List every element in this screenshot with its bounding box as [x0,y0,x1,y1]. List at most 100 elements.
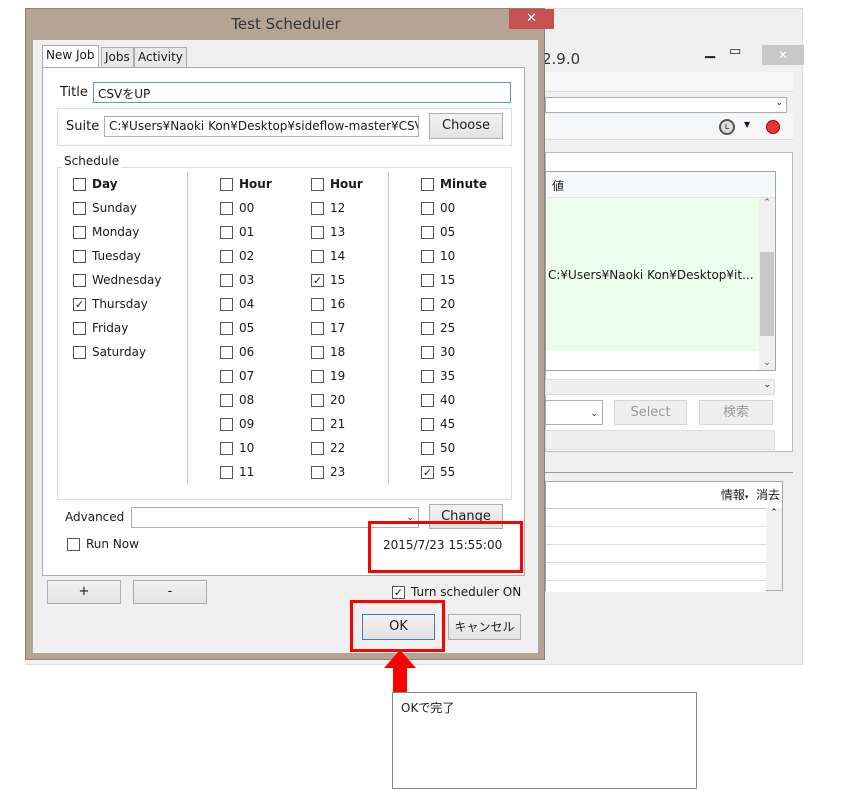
checkbox[interactable] [73,177,86,191]
turn-scheduler-on-checkbox[interactable]: ✓ Turn scheduler ON [392,585,521,599]
checkbox[interactable] [73,201,86,215]
dropdown-arrow-icon[interactable]: ▼ [744,120,750,129]
checkbox[interactable] [220,369,233,383]
dialog-close-button[interactable]: ✕ [509,9,554,29]
minute-checkbox[interactable]: 15 [421,273,455,287]
checkbox[interactable] [421,177,434,191]
checkbox[interactable] [220,177,233,191]
add-job-button[interactable]: + [47,580,121,604]
checkbox[interactable] [220,201,233,215]
checkbox[interactable] [311,249,324,263]
hour-checkbox[interactable]: 10 [220,441,254,455]
minute-checkbox[interactable]: 10 [421,249,455,263]
checkbox[interactable] [421,369,434,383]
hour-checkbox[interactable]: 04 [220,297,254,311]
checkbox[interactable] [311,393,324,407]
checkbox[interactable] [421,225,434,239]
hour-checkbox[interactable]: 09 [220,417,254,431]
splitter[interactable] [545,472,793,473]
hour-checkbox[interactable]: 07 [220,369,254,383]
checkbox[interactable] [220,273,233,287]
checkbox[interactable] [220,345,233,359]
hour-checkbox[interactable]: 17 [311,321,345,335]
hour-checkbox[interactable]: 21 [311,417,345,431]
checkbox[interactable] [311,225,324,239]
checkbox[interactable] [421,393,434,407]
hour-checkbox[interactable]: 02 [220,249,254,263]
minute-checkbox[interactable]: 30 [421,345,455,359]
log-scrollbar[interactable]: ⌃ [766,508,782,590]
checkbox[interactable] [421,345,434,359]
hour-checkbox[interactable]: 22 [311,441,345,455]
checkbox[interactable] [220,321,233,335]
select-button[interactable]: Select [614,400,687,425]
hour-all-checkbox[interactable]: Hour [220,177,272,191]
day-checkbox[interactable]: Monday [73,225,139,239]
checkbox[interactable] [73,249,86,263]
tab-activity[interactable]: Activity [134,47,187,68]
day-checkbox[interactable]: Sunday [73,201,137,215]
hour-checkbox[interactable]: ✓ 15 [311,273,345,287]
url-select[interactable]: ⌄ [545,97,787,113]
hour-checkbox[interactable]: 00 [220,201,254,215]
grid-scrollbar[interactable]: ⌃ ⌄ [759,198,775,370]
day-checkbox[interactable]: Tuesday [73,249,141,263]
day-all-checkbox[interactable]: Day [73,177,118,191]
day-checkbox[interactable]: ✓ Thursday [73,297,148,311]
record-icon[interactable] [766,120,780,134]
checkbox[interactable] [220,465,233,479]
log-info-button[interactable]: 情報 [721,488,745,502]
cancel-button[interactable]: キャンセル [448,614,521,640]
checkbox[interactable] [220,297,233,311]
checkbox[interactable] [220,393,233,407]
checkbox[interactable] [421,273,434,287]
hour-checkbox[interactable]: 12 [311,201,345,215]
checkbox[interactable] [421,441,434,455]
command-select[interactable]: ⌄ [545,379,775,395]
minute-checkbox[interactable]: 05 [421,225,455,239]
hour-checkbox[interactable]: 19 [311,369,345,383]
hour-checkbox[interactable]: 01 [220,225,254,239]
checkbox[interactable] [220,441,233,455]
run-now-checkbox[interactable]: Run Now [67,537,139,551]
hour-checkbox[interactable]: 05 [220,321,254,335]
log-clear-button[interactable]: 消去 [756,488,780,502]
checkbox[interactable] [73,273,86,287]
checkbox[interactable] [220,249,233,263]
checkbox[interactable] [421,417,434,431]
tab-jobs[interactable]: Jobs [101,47,134,68]
checkbox[interactable] [311,369,324,383]
hour-checkbox[interactable]: 06 [220,345,254,359]
checkbox[interactable]: ✓ [311,273,324,287]
checkbox[interactable]: ✓ [73,297,86,311]
checkbox[interactable] [311,441,324,455]
day-checkbox[interactable]: Wednesday [73,273,161,287]
title-input[interactable]: CSVをUP [93,82,511,103]
checkbox[interactable] [311,345,324,359]
suite-input[interactable]: C:¥Users¥Naoki Kon¥Desktop¥sideflow-mast… [104,116,419,137]
hour-checkbox[interactable]: 08 [220,393,254,407]
checkbox[interactable] [73,225,86,239]
checkbox[interactable] [220,417,233,431]
day-checkbox[interactable]: Saturday [73,345,146,359]
checkbox[interactable] [73,345,86,359]
hour-checkbox[interactable]: 20 [311,393,345,407]
checkbox[interactable] [311,201,324,215]
minute-checkbox[interactable]: ✓ 55 [421,465,455,479]
clock-icon[interactable]: ʟ [719,119,735,135]
choose-button[interactable]: Choose [429,113,503,139]
target-select[interactable]: ⌄ [545,400,603,425]
minute-all-checkbox[interactable]: Minute [421,177,487,191]
hour-checkbox[interactable]: 11 [220,465,254,479]
minute-checkbox[interactable]: 40 [421,393,455,407]
background-close-button[interactable]: ✕ [762,45,804,65]
hour-checkbox[interactable]: 16 [311,297,345,311]
checkbox[interactable]: ✓ [392,585,405,599]
checkbox[interactable] [220,225,233,239]
hour-all-checkbox[interactable]: Hour [311,177,363,191]
checkbox[interactable]: ✓ [421,465,434,479]
minute-checkbox[interactable]: 20 [421,297,455,311]
checkbox[interactable] [421,321,434,335]
checkbox[interactable] [421,201,434,215]
remove-job-button[interactable]: - [133,580,207,604]
